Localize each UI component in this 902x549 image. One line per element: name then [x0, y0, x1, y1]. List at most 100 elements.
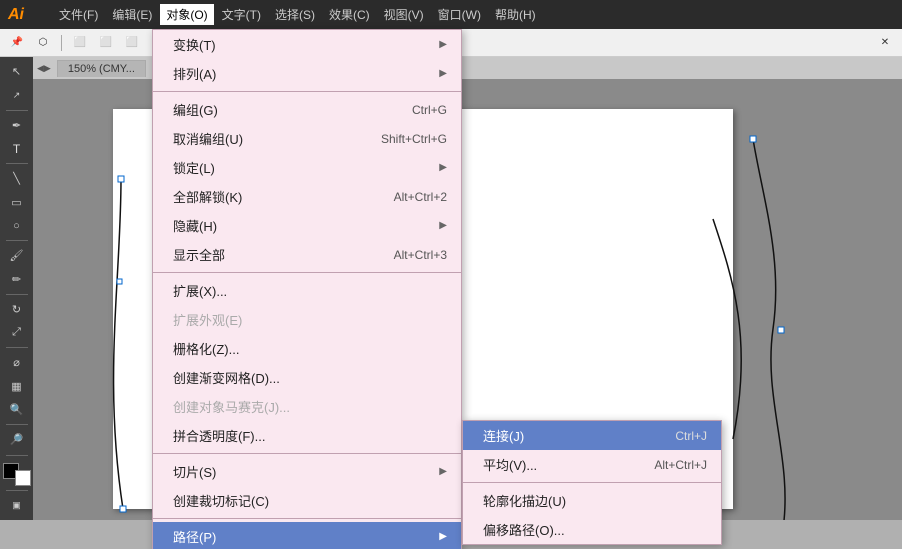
- menu-item-unlock-all[interactable]: 全部解锁(K) Alt+Ctrl+2: [153, 182, 461, 211]
- menu-item-rasterize[interactable]: 栅格化(Z)...: [153, 334, 461, 363]
- toolbar-align-center-h[interactable]: ⬜: [95, 32, 117, 54]
- tool-blend[interactable]: ⌀: [3, 352, 31, 373]
- menu-item-label: 创建对象马赛克(J)...: [173, 397, 290, 416]
- submenu-item-label: 连接(J): [483, 426, 524, 445]
- menu-item-path[interactable]: 路径(P) ▶: [153, 522, 461, 549]
- menu-item-expand-appearance[interactable]: 扩展外观(E): [153, 305, 461, 334]
- submenu-item-label: 轮廓化描边(U): [483, 491, 566, 510]
- submenu-item-label: 平均(V)...: [483, 455, 537, 474]
- menu-item-ungroup[interactable]: 取消编组(U) Shift+Ctrl+G: [153, 124, 461, 153]
- menubar: 文件(F) 编辑(E) 对象(O) 文字(T) 选择(S) 效果(C) 视图(V…: [53, 4, 542, 25]
- tool-scale[interactable]: ⤢: [3, 322, 31, 343]
- menu-edit[interactable]: 编辑(E): [106, 4, 158, 25]
- path-submenu[interactable]: 连接(J) Ctrl+J 平均(V)... Alt+Ctrl+J 轮廓化描边(U…: [462, 420, 722, 545]
- menu-item-group[interactable]: 编组(G) Ctrl+G: [153, 95, 461, 124]
- toolbar-transform[interactable]: ⬡: [32, 32, 54, 54]
- arrow-icon: ▶: [439, 68, 447, 79]
- menu-item-label: 栅格化(Z)...: [173, 339, 239, 358]
- color-boxes[interactable]: [3, 463, 31, 486]
- tools-sep-1: [6, 110, 28, 111]
- tool-screen-mode[interactable]: ▣: [3, 495, 31, 516]
- toolbar-align-left[interactable]: ⬜: [69, 32, 91, 54]
- submenu-item-join[interactable]: 连接(J) Ctrl+J: [463, 421, 721, 450]
- menu-item-flatten[interactable]: 拼合透明度(F)...: [153, 421, 461, 450]
- menu-text[interactable]: 文字(T): [216, 4, 267, 25]
- menu-item-label: 切片(S): [173, 462, 216, 481]
- tool-pencil[interactable]: ✏: [3, 268, 31, 289]
- menu-select[interactable]: 选择(S): [269, 4, 321, 25]
- tools-sep-6: [6, 424, 28, 425]
- tools-sep-2: [6, 163, 28, 164]
- menu-item-slice[interactable]: 切片(S) ▶: [153, 457, 461, 486]
- menu-sep-4: [153, 518, 461, 519]
- menu-effect[interactable]: 效果(C): [323, 4, 376, 25]
- tool-eyedropper[interactable]: 🔍: [3, 399, 31, 420]
- tools-sep-8: [6, 490, 28, 491]
- arrow-icon: ▶: [439, 466, 447, 477]
- tool-direct-select[interactable]: ↗: [3, 84, 31, 105]
- tool-rotate[interactable]: ↻: [3, 299, 31, 320]
- menu-help[interactable]: 帮助(H): [489, 4, 542, 25]
- tools-sep-3: [6, 240, 28, 241]
- canvas-tab-active[interactable]: 150% (CMY...: [57, 60, 146, 77]
- shortcut: Ctrl+J: [675, 429, 707, 443]
- menu-item-label: 路径(P): [173, 527, 216, 546]
- submenu-item-label: 偏移路径(O)...: [483, 520, 565, 539]
- arrow-icon: ▶: [439, 220, 447, 231]
- arrow-icon: ▶: [439, 39, 447, 50]
- tool-rect[interactable]: ▭: [3, 192, 31, 213]
- tool-brush[interactable]: 🖌: [3, 245, 31, 266]
- object-dropdown-menu[interactable]: 变换(T) ▶ 排列(A) ▶ 编组(G) Ctrl+G 取消编组(U) Shi…: [152, 29, 462, 549]
- submenu-item-offset-path[interactable]: 偏移路径(O)...: [463, 515, 721, 544]
- submenu-sep-1: [463, 482, 721, 483]
- toolbar-pin[interactable]: 📌: [6, 32, 28, 54]
- menu-item-lock[interactable]: 锁定(L) ▶: [153, 153, 461, 182]
- toolbar-align-right[interactable]: ⬜: [121, 32, 143, 54]
- menu-item-hide[interactable]: 隐藏(H) ▶: [153, 211, 461, 240]
- menu-item-transform[interactable]: 变换(T) ▶: [153, 30, 461, 59]
- menu-item-label: 排列(A): [173, 64, 216, 83]
- tools-sep-7: [6, 455, 28, 456]
- tab-scroll-arrows[interactable]: ◀▶: [37, 63, 51, 74]
- arrow-icon: ▶: [439, 531, 447, 542]
- shortcut: Alt+Ctrl+J: [654, 458, 707, 472]
- menu-file[interactable]: 文件(F): [53, 4, 104, 25]
- menu-item-label: 显示全部: [173, 245, 225, 264]
- tool-ellipse[interactable]: ○: [3, 215, 31, 236]
- menu-item-label: 变换(T): [173, 35, 216, 54]
- menu-item-gradient-mesh[interactable]: 创建渐变网格(D)...: [153, 363, 461, 392]
- tool-line[interactable]: ╲: [3, 168, 31, 189]
- menu-item-label: 创建渐变网格(D)...: [173, 368, 280, 387]
- menu-item-label: 隐藏(H): [173, 216, 217, 235]
- background-color[interactable]: [15, 470, 31, 486]
- submenu-item-average[interactable]: 平均(V)... Alt+Ctrl+J: [463, 450, 721, 479]
- shortcut: Alt+Ctrl+3: [394, 248, 447, 262]
- tools-sep-5: [6, 347, 28, 348]
- menu-object[interactable]: 对象(O): [160, 4, 213, 25]
- menu-item-label: 编组(G): [173, 100, 218, 119]
- tool-zoom[interactable]: 🔎: [3, 429, 31, 450]
- menu-sep-1: [153, 91, 461, 92]
- toolbar-close-x[interactable]: ✕: [874, 32, 896, 54]
- menu-item-label: 扩展(X)...: [173, 281, 227, 300]
- menu-item-mosaic[interactable]: 创建对象马赛克(J)...: [153, 392, 461, 421]
- tool-select[interactable]: ↖: [3, 61, 31, 82]
- menu-item-expand[interactable]: 扩展(X)...: [153, 276, 461, 305]
- shortcut: Shift+Ctrl+G: [381, 132, 447, 146]
- menu-item-label: 全部解锁(K): [173, 187, 242, 206]
- menu-item-arrange[interactable]: 排列(A) ▶: [153, 59, 461, 88]
- menu-window[interactable]: 窗口(W): [432, 4, 487, 25]
- submenu-item-outline-stroke[interactable]: 轮廓化描边(U): [463, 486, 721, 515]
- menu-item-crop-marks[interactable]: 创建裁切标记(C): [153, 486, 461, 515]
- shortcut: Ctrl+G: [412, 103, 447, 117]
- menu-item-label: 扩展外观(E): [173, 310, 242, 329]
- toolbar-sep-1: [61, 35, 62, 51]
- shortcut: Alt+Ctrl+2: [394, 190, 447, 204]
- menu-item-show-all[interactable]: 显示全部 Alt+Ctrl+3: [153, 240, 461, 269]
- tool-gradient[interactable]: ▦: [3, 376, 31, 397]
- menu-view[interactable]: 视图(V): [378, 4, 430, 25]
- tool-pen[interactable]: ✒: [3, 115, 31, 136]
- app-logo: Ai: [8, 6, 41, 24]
- menu-sep-3: [153, 453, 461, 454]
- tool-type[interactable]: T: [3, 138, 31, 159]
